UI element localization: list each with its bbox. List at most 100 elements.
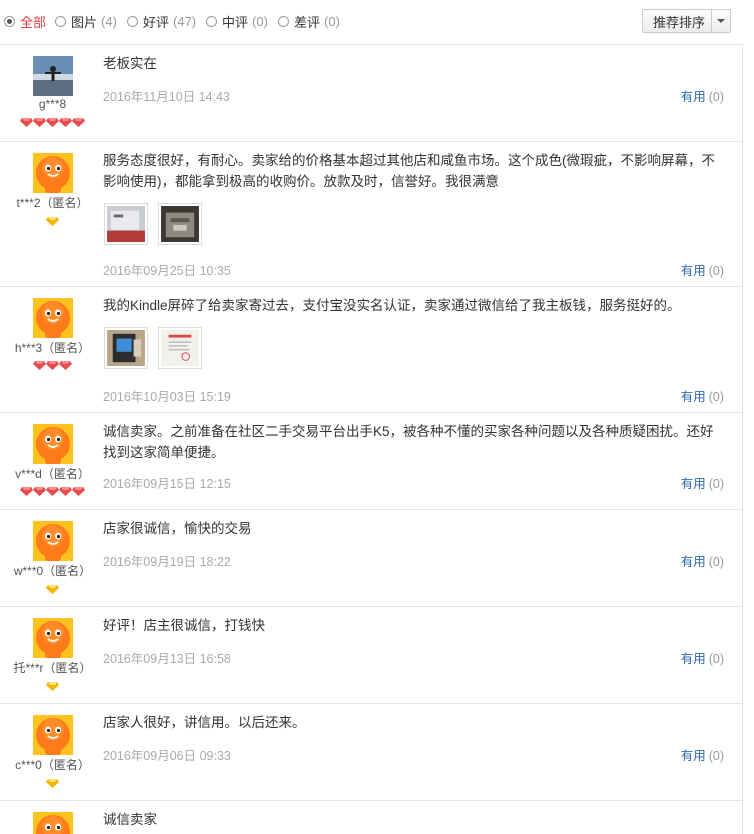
review-item: h***3（匿名） 我的Kindle屏碎了给卖家寄过去，支付宝没实名认证，卖家通… — [0, 287, 742, 413]
useful-label[interactable]: 有用 — [681, 390, 706, 404]
buyer-level-badge — [0, 487, 105, 496]
radio-icon[interactable] — [206, 16, 217, 27]
useful-button[interactable]: 有用 (0) — [681, 473, 724, 492]
useful-count: (0) — [708, 555, 724, 569]
review-item: g***8 老板实在 2016年11月10日 14:43 有用 (0) — [0, 45, 742, 142]
review-date: 2016年10月03日 15:19 — [103, 390, 231, 404]
review-date: 2016年09月13日 16:58 — [103, 652, 231, 666]
radio-icon[interactable] — [278, 16, 289, 27]
useful-label[interactable]: 有用 — [681, 749, 706, 763]
buyer-level-badge — [0, 585, 105, 594]
chevron-down-icon[interactable] — [711, 10, 730, 32]
username[interactable]: w***0（匿名） — [0, 562, 105, 579]
filter-count: (4) — [101, 14, 117, 29]
filter-images[interactable]: 图片 (4) — [55, 12, 117, 31]
useful-button[interactable]: 有用 (0) — [681, 745, 724, 764]
buyer-level-badge — [0, 682, 105, 691]
yellow-heart-icon — [46, 682, 59, 691]
review-filter-bar: 全部 图片 (4) 好评 (47) 中评 (0) 差评 (0) 推荐排序 — [0, 0, 742, 45]
red-diamond-icon — [33, 118, 46, 127]
review-text: 诚信卖家。之前准备在社区二手交易平台出手K5，被各种不懂的买家各种问题以及各种质… — [103, 424, 714, 460]
sort-label: 推荐排序 — [653, 14, 706, 30]
red-diamond-icon — [59, 361, 72, 370]
filter-neutral[interactable]: 中评 (0) — [206, 12, 268, 31]
yellow-heart-icon — [46, 217, 59, 226]
username[interactable]: 托***r（匿名） — [0, 659, 105, 676]
red-diamond-icon — [46, 487, 59, 496]
useful-button[interactable]: 有用 (0) — [681, 648, 724, 667]
filter-count: (47) — [173, 14, 197, 29]
yellow-heart-icon — [46, 779, 59, 788]
useful-button[interactable]: 有用 (0) — [681, 86, 724, 105]
yellow-heart-icon — [46, 585, 59, 594]
user-avatar-mascot[interactable] — [33, 424, 73, 464]
useful-label[interactable]: 有用 — [681, 90, 706, 104]
useful-button[interactable]: 有用 (0) — [681, 260, 724, 279]
user-avatar-mascot[interactable] — [33, 618, 73, 658]
red-diamond-icon — [20, 487, 33, 496]
username[interactable]: c***0（匿名） — [0, 756, 105, 773]
review-text: 好评！店主很诚信，打钱快 — [103, 618, 265, 633]
filter-positive[interactable]: 好评 (47) — [127, 12, 196, 31]
useful-count: (0) — [708, 390, 724, 404]
review-date: 2016年09月06日 09:33 — [103, 749, 231, 763]
review-date: 2016年09月19日 18:22 — [103, 555, 231, 569]
red-diamond-icon — [33, 361, 46, 370]
red-diamond-icon — [46, 118, 59, 127]
user-avatar-photo[interactable] — [33, 56, 73, 96]
user-avatar-mascot[interactable] — [33, 715, 73, 755]
red-diamond-icon — [72, 118, 85, 127]
review-images — [104, 327, 202, 369]
useful-count: (0) — [708, 749, 724, 763]
useful-label[interactable]: 有用 — [681, 652, 706, 666]
filter-count: (0) — [252, 14, 268, 29]
user-avatar-mascot[interactable] — [33, 521, 73, 561]
filter-label: 全部 — [20, 15, 47, 30]
red-diamond-icon — [46, 361, 59, 370]
filter-all[interactable]: 全部 — [4, 12, 50, 31]
useful-label[interactable]: 有用 — [681, 264, 706, 278]
useful-button[interactable]: 有用 (0) — [681, 386, 724, 405]
filter-label: 差评 — [294, 15, 321, 30]
red-diamond-icon — [59, 487, 72, 496]
useful-label[interactable]: 有用 — [681, 477, 706, 491]
sort-dropdown[interactable]: 推荐排序 — [642, 9, 731, 33]
user-avatar-mascot[interactable] — [33, 153, 73, 193]
buyer-level-badge — [0, 361, 105, 370]
buyer-level-badge — [0, 118, 105, 127]
filter-label: 好评 — [143, 15, 170, 30]
divider — [742, 44, 743, 834]
filter-count: (0) — [324, 14, 340, 29]
radio-icon[interactable] — [4, 16, 15, 27]
review-image-thumbnail[interactable] — [104, 327, 148, 369]
review-item: t***2（匿名） 服务态度很好，有耐心。卖家给的价格基本超过其他店和咸鱼市场。… — [0, 142, 742, 287]
filter-label: 图片 — [71, 15, 98, 30]
review-text: 店家人很好，讲信用。以后还来。 — [103, 715, 306, 730]
review-item: w***0（匿名） 店家很诚信，愉快的交易 2016年09月19日 18:22 … — [0, 510, 742, 607]
user-avatar-mascot[interactable] — [33, 812, 73, 834]
useful-count: (0) — [708, 264, 724, 278]
red-diamond-icon — [72, 487, 85, 496]
useful-count: (0) — [708, 477, 724, 491]
filter-negative[interactable]: 差评 (0) — [278, 12, 340, 31]
review-images — [104, 203, 202, 245]
review-item: v***d（匿名） 诚信卖家。之前准备在社区二手交易平台出手K5，被各种不懂的买… — [0, 413, 742, 510]
useful-count: (0) — [708, 90, 724, 104]
buyer-level-badge — [0, 779, 105, 788]
review-image-thumbnail[interactable] — [158, 203, 202, 245]
review-item: 诚信卖家 — [0, 801, 742, 834]
review-image-thumbnail[interactable] — [104, 203, 148, 245]
username[interactable]: t***2（匿名） — [0, 194, 105, 211]
user-avatar-mascot[interactable] — [33, 298, 73, 338]
review-text: 店家很诚信，愉快的交易 — [103, 521, 252, 536]
username[interactable]: g***8 — [0, 97, 105, 111]
review-text: 服务态度很好，有耐心。卖家给的价格基本超过其他店和咸鱼市场。这个成色(微瑕疵，不… — [103, 153, 715, 189]
radio-icon[interactable] — [127, 16, 138, 27]
username[interactable]: v***d（匿名） — [0, 465, 105, 482]
useful-label[interactable]: 有用 — [681, 555, 706, 569]
username[interactable]: h***3（匿名） — [0, 339, 105, 356]
useful-button[interactable]: 有用 (0) — [681, 551, 724, 570]
red-diamond-icon — [59, 118, 72, 127]
radio-icon[interactable] — [55, 16, 66, 27]
review-image-thumbnail[interactable] — [158, 327, 202, 369]
